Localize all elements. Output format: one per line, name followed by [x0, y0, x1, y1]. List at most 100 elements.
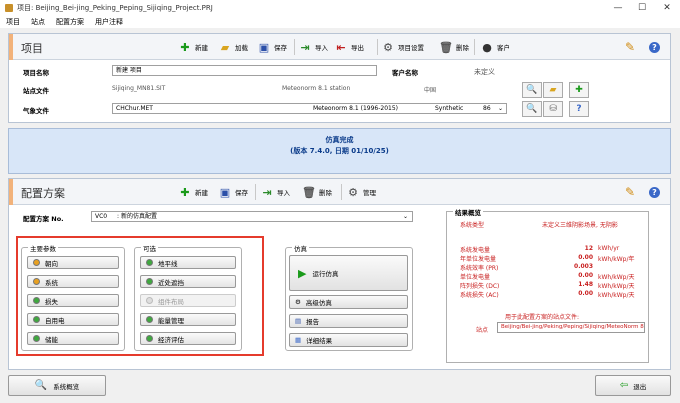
delete-variant-button[interactable]: 🗑 删除	[302, 184, 332, 200]
project-settings-button[interactable]: ⚙ 项目设置	[382, 39, 424, 55]
result-label: 阵列损失 (DC)	[460, 283, 500, 290]
opt-near-shading-button[interactable]: 近处遮挡	[140, 275, 236, 288]
menu-site[interactable]: 站点	[31, 17, 45, 27]
project-title: 项目	[21, 42, 43, 55]
report-button[interactable]: ▤ 报告	[289, 314, 408, 328]
result-value: 12	[584, 245, 593, 252]
param-system-button[interactable]: 系统	[27, 275, 119, 288]
plus-icon: ✚	[180, 40, 190, 54]
site-note: 用于此配置方案的站点文件:	[505, 314, 580, 321]
export-project-button[interactable]: ⇤ 导出	[335, 39, 364, 55]
project-name-input[interactable]: 新建 项目	[112, 65, 377, 76]
param-orientation-button[interactable]: 朝向	[27, 256, 119, 269]
import-variant-button[interactable]: ⇥ 导入	[261, 184, 290, 200]
status-dot-icon	[146, 259, 153, 266]
project-header: 项目 ✚ 新建 ▰ 加载 ▣ 保存 ⇥ 导入 ⇤ 导出 ⚙ 项目设置 🗑 删除 ● 客户 ✎ ?	[9, 34, 670, 60]
result-label: 系统效率 (PR)	[460, 265, 499, 272]
close-button[interactable]: ✕	[655, 1, 679, 15]
trash-icon: 🗑	[439, 40, 453, 54]
system-overview-button[interactable]: 🔍 系统概览	[8, 375, 106, 396]
client-name-label: 客户名称	[392, 69, 418, 77]
exit-icon: ⇦	[619, 380, 629, 391]
edit-pencil-icon[interactable]: ✎	[625, 184, 635, 200]
manage-variants-button[interactable]: ⚙ 管理	[347, 184, 376, 200]
site-file-value: Sijiqing_MN81.SIT	[112, 85, 166, 92]
magnifier-icon: 🔍	[526, 104, 538, 114]
minimize-button[interactable]: —	[606, 1, 630, 15]
header-accent	[9, 34, 13, 60]
result-unit: kWh/yr	[598, 245, 620, 252]
help-icon[interactable]: ?	[649, 39, 660, 55]
import-project-button[interactable]: ⇥ 导入	[299, 39, 328, 55]
status-dot-icon	[146, 297, 153, 304]
maximize-button[interactable]: ☐	[630, 1, 654, 15]
meteo-file-select[interactable]: CHChur.MET Meteonorm 8.1 (1996-2015) Syn…	[112, 103, 507, 114]
param-losses-button[interactable]: 损失	[27, 294, 119, 307]
param-storage-button[interactable]: 储能	[27, 332, 119, 345]
help-icon[interactable]: ?	[649, 184, 660, 200]
site-source: Meteonorm 8.1 station	[282, 85, 351, 92]
result-label: 系统发电量	[460, 247, 491, 254]
window-title: 项目: Beijing_Bei-jing_Peking_Peping_Sijiq…	[17, 4, 213, 12]
exit-button[interactable]: ⇦ 退出	[595, 375, 671, 396]
detailed-results-button[interactable]: ▦ 详细结果	[289, 333, 408, 347]
result-unit: kWh/kWp/天	[598, 274, 635, 281]
save-variant-button[interactable]: ▣ 保存	[219, 184, 248, 200]
menu-variant[interactable]: 配置方案	[56, 17, 84, 27]
meteo-search-button[interactable]: 🔍	[522, 101, 542, 117]
param-self-consumption-button[interactable]: 自用电	[27, 313, 119, 326]
advanced-simulation-button[interactable]: ⚙ 高级仿真	[289, 295, 408, 309]
run-simulation-button[interactable]: ▶ 运行仿真	[289, 255, 408, 291]
opt-horizon-button[interactable]: 地平线	[140, 256, 236, 269]
database-icon: ⛁	[549, 104, 557, 114]
client-button[interactable]: ● 客户	[481, 39, 510, 55]
result-value: 0.00	[578, 290, 593, 297]
client-name-value: 未定义	[474, 68, 495, 76]
divider	[474, 39, 475, 55]
simulation-title: 仿真	[292, 243, 309, 253]
optional-group: 可选 地平线 近处遮挡 组件布局 能量管理 经济评估	[134, 243, 242, 351]
chart-icon: ▦	[295, 336, 302, 344]
result-unit: kWh/kWp/天	[598, 292, 635, 299]
simulation-status-banner: 仿真完成 (版本 7.4.0, 日期 01/10/25)	[8, 128, 671, 174]
menu-user-notes[interactable]: 用户注释	[95, 17, 123, 27]
folder-icon: ▰	[549, 85, 557, 95]
site-new-button[interactable]: ✚	[569, 82, 589, 98]
opt-energy-management-button[interactable]: 能量管理	[140, 313, 236, 326]
save-icon: ▣	[219, 185, 231, 199]
result-label: 系统损失 (AC)	[460, 292, 499, 299]
results-title: 结果概览	[453, 207, 483, 217]
status-dot-icon	[33, 316, 40, 323]
optional-title: 可选	[141, 243, 158, 253]
opt-module-layout-button[interactable]: 组件布局	[140, 294, 236, 307]
edit-pencil-icon[interactable]: ✎	[625, 39, 635, 55]
site-open-button[interactable]: ▰	[543, 82, 563, 98]
system-type-value: 未定义三维阴影场景, 无阴影	[542, 222, 618, 229]
load-project-button[interactable]: ▰ 加载	[219, 39, 248, 55]
result-unit: kWh/kWp/年	[598, 256, 635, 263]
status-dot-icon	[33, 278, 40, 285]
menu-project[interactable]: 项目	[6, 17, 20, 27]
site-label: 站点	[476, 327, 489, 334]
site-value-field[interactable]: Beijing/Bei-jing/Peking/Peping/Sijiqing/…	[497, 322, 645, 333]
title-bar: 项目: Beijing_Bei-jing_Peking_Peping_Sijiq…	[0, 0, 680, 16]
gear-icon: ⚙	[348, 185, 358, 199]
project-panel: 项目 ✚ 新建 ▰ 加载 ▣ 保存 ⇥ 导入 ⇤ 导出 ⚙ 项目设置 🗑 删除 ● 客户 ✎ ?…	[8, 33, 671, 123]
new-variant-button[interactable]: ✚ 新建	[179, 184, 208, 200]
gear-icon: ⚙	[295, 298, 301, 306]
new-project-button[interactable]: ✚ 新建	[179, 39, 208, 55]
variant-header: 配置方案 ✚ 新建 ▣ 保存 ⇥ 导入 🗑 删除 ⚙ 管理 ✎ ?	[9, 179, 670, 205]
meteo-info-button[interactable]: ?	[569, 101, 589, 117]
status-dot-icon	[146, 335, 153, 342]
gear-icon: ⚙	[383, 40, 393, 54]
site-search-button[interactable]: 🔍	[522, 82, 542, 98]
meteo-database-button[interactable]: ⛁	[543, 101, 563, 117]
status-dot-icon	[33, 297, 40, 304]
delete-project-button[interactable]: 🗑 删除	[439, 39, 469, 55]
save-project-button[interactable]: ▣ 保存	[258, 39, 287, 55]
opt-economic-eval-button[interactable]: 经济评估	[140, 332, 236, 345]
result-unit: kWh/kWp/天	[598, 283, 635, 290]
status-dot-icon	[33, 335, 40, 342]
variant-select[interactable]: VC0 : 新的仿真配置 ⌄	[91, 211, 413, 222]
header-accent	[9, 179, 13, 205]
